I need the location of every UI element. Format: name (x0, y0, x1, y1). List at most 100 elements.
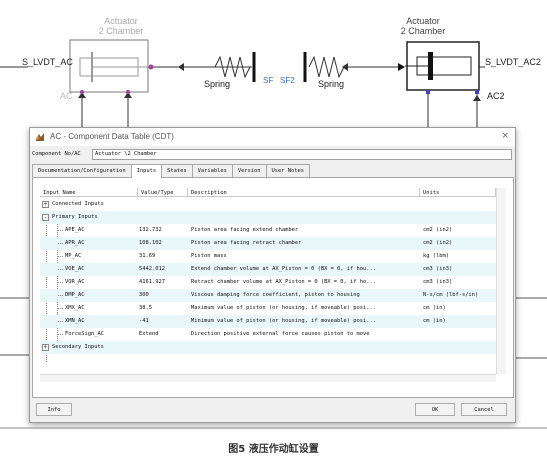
figure-caption: 图5 液压作动缸设置 (228, 444, 319, 455)
inputs-tab-panel: Input Name Value/Type Description Units … (32, 177, 514, 398)
tab-documentation[interactable]: Documentation/Configuration (32, 164, 132, 177)
table-row[interactable]: APR_AC 108.102 Piston area facing retrac… (40, 237, 496, 250)
grid-vertical-scrollbar[interactable] (496, 188, 506, 374)
table-row[interactable]: VOR_AC 4161.927 Retract chamber volume a… (40, 276, 496, 289)
port-label-right: S_LVDT_AC2 (485, 57, 541, 67)
tree-branch (58, 321, 63, 322)
input-description: Piston area facing extend chamber (191, 227, 299, 233)
collapse-icon[interactable]: - (42, 214, 49, 221)
component-name-field[interactable]: Actuator \2 Chamber (92, 149, 512, 160)
input-name: MP_AC (65, 253, 82, 259)
column-header-units[interactable]: Units (420, 188, 496, 197)
tab-strip: Documentation/Configuration Inputs State… (32, 164, 311, 178)
input-name: ForceSign_AC (65, 331, 104, 337)
tab-user-notes[interactable]: User Notes (265, 164, 311, 177)
tree-branch (58, 282, 63, 283)
cancel-button[interactable]: Cancel (461, 403, 507, 416)
dialog-title: AC - Component Data Table (CDT) (50, 132, 174, 141)
label-ac: AC (60, 91, 73, 101)
input-name: XMX_AC (65, 305, 85, 311)
input-value[interactable]: Extend (139, 331, 158, 337)
group-row-connected[interactable]: + Connected Inputs (40, 198, 496, 211)
left-actuator-symbol[interactable] (69, 39, 154, 93)
spring-label-right: Spring (318, 79, 345, 89)
tree-branch (58, 256, 63, 257)
input-value[interactable]: 108.102 (139, 240, 162, 246)
input-name: APE_AC (65, 227, 85, 233)
tab-version[interactable]: Version (231, 164, 267, 177)
tree-branch (58, 269, 63, 270)
grid-horizontal-scrollbar[interactable] (40, 374, 496, 382)
close-icon[interactable]: × (501, 131, 509, 141)
table-row[interactable]: DMP_AC 300 Viscous damping force coeffic… (40, 289, 496, 302)
input-name: VOR_AC (65, 279, 85, 285)
input-value[interactable]: 31.69 (139, 253, 155, 259)
input-name: APR_AC (65, 240, 85, 246)
ok-button[interactable]: OK (415, 403, 455, 416)
tree-branch (58, 308, 63, 309)
group-row-secondary[interactable]: + Secondary Inputs (40, 341, 496, 354)
info-button[interactable]: Info (36, 403, 72, 416)
sf-label-right: SF2 (280, 76, 295, 85)
input-description: Direction positive external force causes… (191, 331, 370, 337)
input-units: cm2 (in2) (423, 240, 453, 246)
input-value[interactable]: 132.732 (139, 227, 162, 233)
left-actuator-title: Actuator 2 Chamber (98, 16, 144, 36)
input-description: Maximum value of piston (or housing, if … (191, 305, 376, 311)
input-units: N-s/cm (lbf-s/in) (423, 292, 479, 298)
input-value[interactable]: 4161.927 (139, 279, 165, 285)
input-name: DMP_AC (65, 292, 85, 298)
input-description: Piston area facing retract chamber (191, 240, 302, 246)
table-row[interactable]: VOE_AC 5442.012 Extend chamber volume at… (40, 263, 496, 276)
label-ac2: AC2 (487, 91, 505, 101)
inputs-grid: Input Name Value/Type Description Units … (40, 188, 496, 374)
input-value[interactable]: 300 (139, 292, 149, 298)
tab-states[interactable]: States (161, 164, 193, 177)
group-label: Secondary Inputs (52, 344, 104, 350)
input-value[interactable]: 5442.012 (139, 266, 165, 272)
right-actuator-title: Actuator 2 Chamber (400, 16, 446, 36)
input-description: Minimum value of piston (or housing, if … (191, 318, 376, 324)
table-row[interactable]: XMX_AC 38.5 Maximum value of piston (or … (40, 302, 496, 315)
input-value[interactable]: 38.5 (139, 305, 152, 311)
spring-label-left: Spring (204, 79, 231, 89)
table-row[interactable]: APE_AC 132.732 Piston area facing extend… (40, 224, 496, 237)
input-name: VOE_AC (65, 266, 85, 272)
input-units: kg (lbm) (423, 253, 449, 259)
input-units: cm3 (in3) (423, 279, 453, 285)
port-label-left: S_LVDT_AC (22, 57, 73, 67)
input-description: Piston mass (191, 253, 227, 259)
dialog-titlebar[interactable]: AC - Component Data Table (CDT) × (30, 128, 515, 146)
column-header-description[interactable]: Description (188, 188, 420, 197)
input-description: Retract chamber volume at AX_Piston = 0 … (191, 279, 376, 285)
table-row[interactable]: ForceSign_AC Extend Direction positive e… (40, 328, 496, 341)
table-row[interactable]: XMN_AC -41 Minimum value of piston (or h… (40, 315, 496, 328)
expand-icon[interactable]: + (42, 201, 49, 208)
input-units: cm3 (in3) (423, 266, 453, 272)
input-description: Extend chamber volume at AX_Piston = 0 (… (191, 266, 376, 272)
column-header-input-name[interactable]: Input Name (40, 188, 138, 197)
component-name-label: Component No/AC (32, 151, 81, 157)
input-units: cm (in) (423, 305, 446, 311)
input-units: cm2 (in2) (423, 227, 453, 233)
tab-variables[interactable]: Variables (191, 164, 233, 177)
tab-inputs[interactable]: Inputs (130, 164, 163, 178)
right-spring-symbol[interactable] (303, 52, 348, 82)
input-name: XMN_AC (65, 318, 85, 324)
input-units: cm (in) (423, 318, 446, 324)
group-label: Primary Inputs (52, 214, 98, 220)
tree-branch (58, 230, 63, 231)
right-actuator-symbol[interactable] (405, 41, 480, 91)
tree-branch (58, 295, 63, 296)
group-label: Connected Inputs (52, 201, 104, 207)
expand-icon[interactable]: + (42, 344, 49, 351)
component-name-row: Component No/AC Actuator \2 Chamber (30, 149, 515, 160)
column-header-value-type[interactable]: Value/Type (138, 188, 188, 197)
group-row-primary[interactable]: - Primary Inputs (40, 211, 496, 224)
input-value[interactable]: -41 (139, 318, 149, 324)
tree-branch (58, 334, 63, 335)
tree-branch (58, 243, 63, 244)
table-row[interactable]: MP_AC 31.69 Piston mass kg (lbm) (40, 250, 496, 263)
input-description: Viscous damping force coefficient, pisto… (191, 292, 360, 298)
sf-label-left: SF (263, 76, 274, 85)
